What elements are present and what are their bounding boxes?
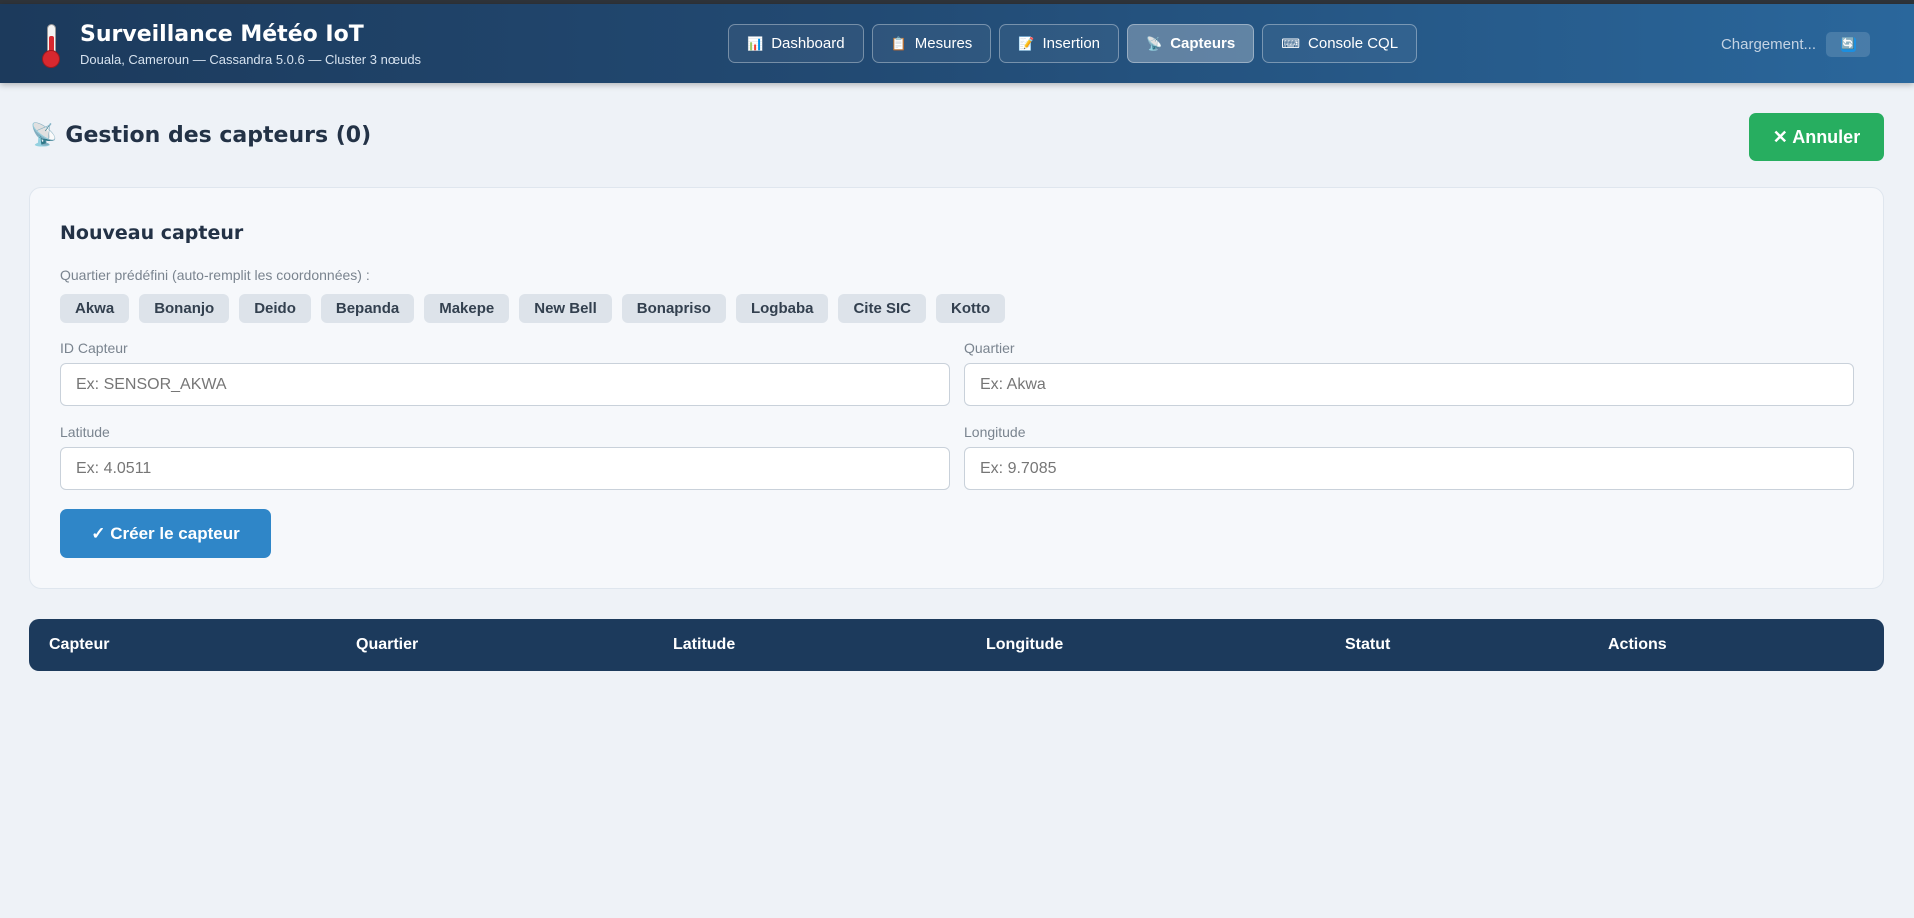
sensor-id-input[interactable]	[60, 363, 950, 406]
satellite-dish-icon: 📡	[1146, 35, 1163, 51]
app-header: Surveillance Météo IoT Douala, Cameroun …	[0, 4, 1914, 83]
preset-chip-bonanjo[interactable]: Bonanjo	[139, 294, 230, 323]
loading-status: Chargement... 🔄	[1721, 32, 1870, 57]
preset-chip-logbaba[interactable]: Logbaba	[735, 294, 829, 323]
cancel-button[interactable]: ✕ Annuler	[1749, 113, 1884, 161]
tab-capteurs-label: Capteurs	[1170, 35, 1236, 52]
page-title-text: Gestion des capteurs (0)	[65, 123, 372, 148]
thermometer-icon	[38, 24, 62, 68]
tab-mesures-label: Mesures	[914, 35, 973, 52]
keyboard-icon: ⌨	[1281, 35, 1301, 51]
tab-insertion-label: Insertion	[1042, 35, 1101, 52]
quartier-input[interactable]	[964, 363, 1854, 406]
tab-console-cql-label: Console CQL	[1308, 35, 1399, 52]
tab-insertion[interactable]: 📝 Insertion	[999, 24, 1120, 63]
preset-chip-makepe[interactable]: Makepe	[424, 294, 510, 323]
longitude-label: Longitude	[964, 424, 1026, 440]
preset-chip-new-bell[interactable]: New Bell	[519, 294, 612, 323]
loading-text: Chargement...	[1720, 36, 1816, 53]
quartier-label: Quartier	[964, 340, 1015, 356]
form-title: Nouveau capteur	[60, 222, 244, 244]
new-sensor-form: Nouveau capteur Quartier prédéfini (auto…	[29, 187, 1884, 589]
preset-chip-deido[interactable]: Deido	[239, 294, 311, 323]
brand: Surveillance Météo IoT Douala, Cameroun …	[38, 22, 421, 68]
preset-chip-list: Akwa Bonanjo Deido Bepanda Makepe New Be…	[60, 294, 1006, 323]
preset-chip-cite-sic[interactable]: Cite SIC	[838, 294, 926, 323]
sensor-id-label: ID Capteur	[60, 340, 128, 356]
column-header-statut: Statut	[1345, 636, 1391, 653]
memo-icon: 📝	[1018, 35, 1035, 51]
preset-chip-kotto[interactable]: Kotto	[935, 294, 1006, 323]
sensor-table-header: Capteur Quartier Latitude Longitude Stat…	[29, 619, 1884, 671]
tab-dashboard-label: Dashboard	[771, 35, 845, 52]
tab-capteurs[interactable]: 📡 Capteurs	[1127, 24, 1255, 63]
latitude-label: Latitude	[60, 424, 110, 440]
preset-chip-akwa[interactable]: Akwa	[60, 294, 130, 323]
longitude-input[interactable]	[964, 447, 1854, 490]
app-title: Surveillance Météo IoT	[80, 22, 364, 47]
tab-mesures[interactable]: 📋 Mesures	[871, 24, 992, 63]
refresh-button[interactable]: 🔄	[1826, 32, 1870, 57]
create-sensor-button[interactable]: ✓ Créer le capteur	[60, 509, 271, 558]
satellite-dish-icon: 📡	[30, 123, 58, 148]
chart-icon: 📊	[747, 35, 764, 51]
preset-chip-bonapriso[interactable]: Bonapriso	[621, 294, 726, 323]
column-header-longitude: Longitude	[986, 636, 1064, 653]
column-header-actions: Actions	[1608, 636, 1667, 653]
refresh-icon: 🔄	[1840, 37, 1856, 52]
latitude-input[interactable]	[60, 447, 950, 490]
page-title: 📡 Gestion des capteurs (0)	[30, 123, 371, 148]
app-subtitle: Douala, Cameroun — Cassandra 5.0.6 — Clu…	[80, 52, 422, 67]
tab-console-cql[interactable]: ⌨ Console CQL	[1262, 24, 1418, 63]
preset-label: Quartier prédéfini (auto-remplit les coo…	[60, 267, 370, 283]
column-header-capteur: Capteur	[49, 636, 110, 653]
tab-dashboard[interactable]: 📊 Dashboard	[728, 24, 864, 63]
column-header-quartier: Quartier	[356, 636, 419, 653]
clipboard-icon: 📋	[890, 35, 907, 51]
preset-chip-bepanda[interactable]: Bepanda	[320, 294, 415, 323]
column-header-latitude: Latitude	[673, 636, 736, 653]
main-nav: 📊 Dashboard 📋 Mesures 📝 Insertion 📡 Capt…	[728, 24, 1418, 63]
